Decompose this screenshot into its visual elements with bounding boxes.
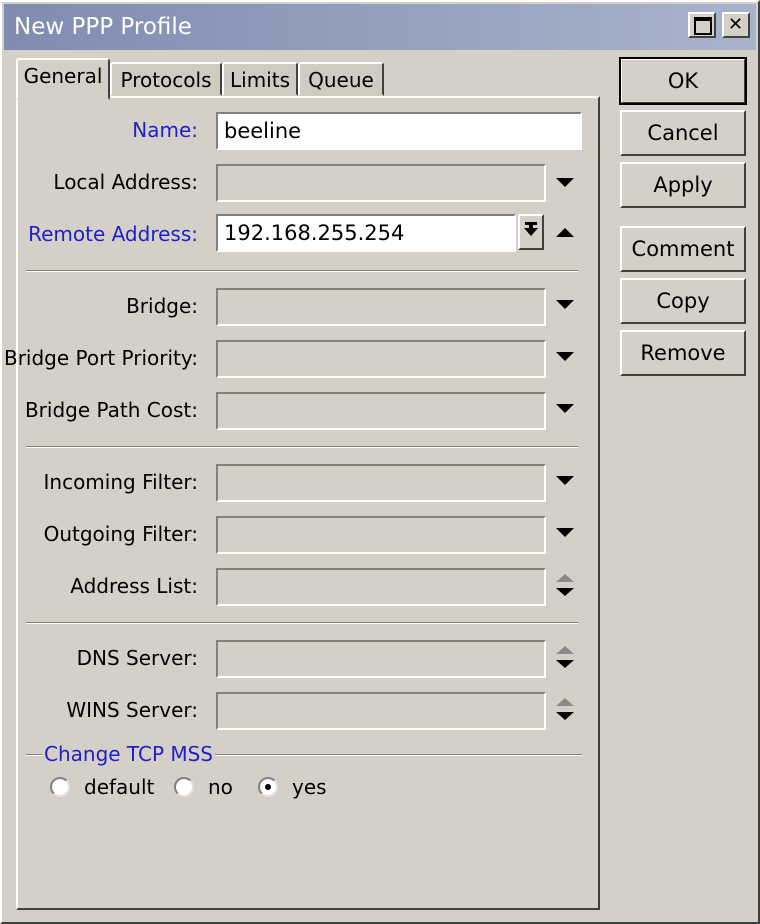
tab-protocols[interactable]: Protocols — [110, 62, 222, 96]
bridge-port-priority-input[interactable] — [216, 340, 546, 378]
remote-address-label: Remote Address: — [28, 222, 198, 246]
address-list-add-icon[interactable] — [556, 574, 574, 582]
incoming-filter-expand-icon[interactable] — [556, 476, 574, 485]
ok-button[interactable]: OK — [619, 57, 747, 105]
incoming-filter-input[interactable] — [216, 464, 546, 502]
window-title: New PPP Profile — [14, 14, 192, 40]
tab-limits[interactable]: Limits — [222, 62, 298, 96]
tcp-mss-group-title: Change TCP MSS — [42, 742, 216, 766]
remote-address-dropdown-button[interactable] — [518, 214, 544, 250]
tcp-mss-yes-label[interactable]: yes — [292, 775, 327, 799]
dns-server-remove-icon[interactable] — [556, 660, 574, 668]
tab-general[interactable]: General — [16, 58, 110, 100]
copy-button[interactable]: Copy — [620, 278, 746, 324]
name-input[interactable]: beeline — [216, 112, 582, 150]
close-icon[interactable] — [722, 12, 750, 38]
local-address-expand-icon[interactable] — [556, 178, 574, 187]
outgoing-filter-label: Outgoing Filter: — [43, 522, 198, 546]
apply-button[interactable]: Apply — [620, 162, 746, 208]
bridge-path-cost-input[interactable] — [216, 392, 546, 430]
separator — [26, 446, 578, 448]
ppp-profile-window: New PPP Profile General Protocols Limits… — [0, 0, 760, 924]
tcp-mss-default-radio[interactable] — [50, 777, 70, 797]
dns-server-label: DNS Server: — [76, 646, 198, 670]
bridge-label: Bridge: — [126, 294, 198, 318]
tab-queue[interactable]: Queue — [298, 62, 384, 96]
wins-server-input[interactable] — [216, 692, 546, 730]
address-list-input[interactable] — [216, 568, 546, 606]
remove-button[interactable]: Remove — [620, 330, 746, 376]
incoming-filter-label: Incoming Filter: — [43, 470, 199, 494]
tcp-mss-no-label[interactable]: no — [208, 775, 233, 799]
wins-server-add-icon[interactable] — [556, 698, 574, 706]
outgoing-filter-expand-icon[interactable] — [556, 528, 574, 537]
name-label: Name: — [132, 118, 198, 142]
tcp-mss-no-radio[interactable] — [174, 777, 194, 797]
address-list-label: Address List: — [70, 574, 198, 598]
separator — [26, 622, 578, 624]
local-address-input[interactable] — [216, 164, 546, 202]
cancel-button[interactable]: Cancel — [620, 110, 746, 156]
maximize-icon[interactable] — [688, 12, 716, 38]
outgoing-filter-input[interactable] — [216, 516, 546, 554]
remote-address-collapse-icon[interactable] — [556, 228, 574, 237]
wins-server-remove-icon[interactable] — [556, 712, 574, 720]
bridge-expand-icon[interactable] — [556, 300, 574, 309]
comment-button[interactable]: Comment — [620, 226, 746, 272]
bridge-path-cost-expand-icon[interactable] — [556, 404, 574, 413]
dns-server-input[interactable] — [216, 640, 546, 678]
bridge-port-priority-label: Bridge Port Priority: — [3, 346, 198, 370]
bridge-path-cost-label: Bridge Path Cost: — [24, 398, 198, 422]
bridge-port-priority-expand-icon[interactable] — [556, 352, 574, 361]
address-list-remove-icon[interactable] — [556, 588, 574, 596]
tcp-mss-default-label[interactable]: default — [84, 775, 154, 799]
title-bar[interactable]: New PPP Profile — [4, 4, 756, 50]
bridge-input[interactable] — [216, 288, 546, 326]
tcp-mss-yes-radio[interactable] — [258, 777, 278, 797]
separator — [26, 270, 578, 272]
dropdown-arrow-icon — [524, 228, 538, 236]
remote-address-input[interactable]: 192.168.255.254 — [216, 214, 516, 252]
local-address-label: Local Address: — [53, 170, 198, 194]
dns-server-add-icon[interactable] — [556, 646, 574, 654]
wins-server-label: WINS Server: — [66, 698, 198, 722]
